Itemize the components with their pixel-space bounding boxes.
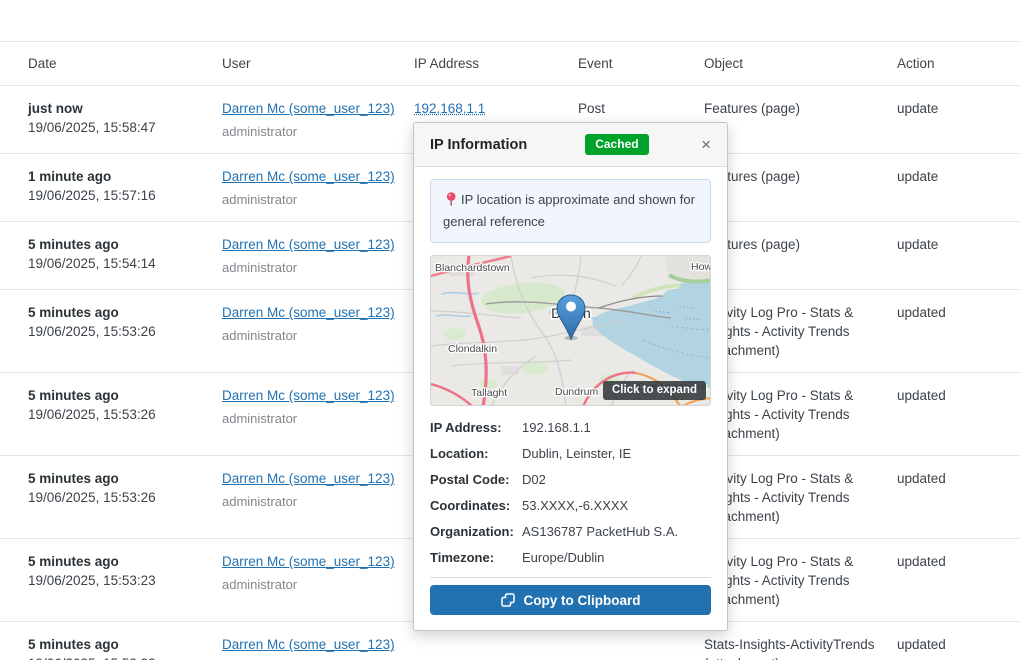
user-link[interactable]: Darren Mc (some_user_123) [222,237,395,252]
object-cell: Stats-Insights-ActivityTrends (attachmen… [704,622,897,660]
object-cell: Features (page) [704,222,897,289]
user-link[interactable]: Darren Mc (some_user_123) [222,305,395,320]
user-cell: Darren Mc (some_user_123) administrator [222,622,414,660]
copy-button-label: Copy to Clipboard [524,593,641,608]
pushpin-icon [445,192,457,212]
object-cell: Features (page) [704,154,897,221]
user-role: administrator [222,190,402,209]
field-row: Postal Code: D02 [430,470,711,489]
ip-information-popup: IP Information Cached × IP location is a… [413,122,728,631]
user-role: administrator [222,575,402,594]
user-role: administrator [222,409,402,428]
cached-badge: Cached [585,134,648,155]
column-header-date: Date [28,42,222,85]
action-cell: update [897,86,1020,153]
user-cell: Darren Mc (some_user_123) administrator [222,456,414,538]
user-role: administrator [222,258,402,277]
field-row: Location: Dublin, Leinster, IE [430,444,711,463]
ip-link[interactable]: 192.168.1.1 [414,101,485,116]
date-cell: just now 19/06/2025, 15:58:47 [28,86,222,153]
user-link[interactable]: Darren Mc (some_user_123) [222,554,395,569]
object-cell: Features (page) [704,86,897,153]
action-cell: updated [897,373,1020,455]
user-cell: Darren Mc (some_user_123) administrator [222,290,414,372]
object-cell: Activity Log Pro - Stats & Insights - Ac… [704,373,897,455]
map-label-blanchardstown: Blanchardstown [435,262,510,274]
note-text: IP location is approximate and shown for… [443,192,695,229]
object-cell: Activity Log Pro - Stats & Insights - Ac… [704,539,897,621]
map-expand-tooltip: Click to expand [603,381,706,400]
user-cell: Darren Mc (some_user_123) administrator [222,86,414,153]
date-cell: 5 minutes ago 19/06/2025, 15:53:26 [28,290,222,372]
date-cell: 1 minute ago 19/06/2025, 15:57:16 [28,154,222,221]
user-role: administrator [222,122,402,141]
date-cell: 5 minutes ago 19/06/2025, 15:53:26 [28,373,222,455]
date-cell: 5 minutes ago 19/06/2025, 15:53:23 [28,539,222,621]
ip-location-note: IP location is approximate and shown for… [430,179,711,243]
copy-to-clipboard-button[interactable]: Copy to Clipboard [430,585,711,615]
copy-icon [501,593,515,607]
field-row: Timezone: Europe/Dublin [430,548,711,567]
user-link[interactable]: Darren Mc (some_user_123) [222,637,395,652]
date-cell: 5 minutes ago 19/06/2025, 15:54:14 [28,222,222,289]
popup-divider [430,577,711,578]
date-cell: 5 minutes ago 19/06/2025, 15:53:22 [28,622,222,660]
map-label-howth: How [691,261,711,273]
action-cell: update [897,154,1020,221]
action-cell: update [897,222,1020,289]
object-cell: Activity Log Pro - Stats & Insights - Ac… [704,456,897,538]
user-link[interactable]: Darren Mc (some_user_123) [222,388,395,403]
user-role: administrator [222,492,402,511]
close-icon[interactable]: × [701,136,711,153]
field-row: Organization: AS136787 PacketHub S.A. [430,522,711,541]
column-header-event: Event [578,42,704,85]
popup-title: IP Information [430,137,527,153]
user-cell: Darren Mc (some_user_123) administrator [222,154,414,221]
user-link[interactable]: Darren Mc (some_user_123) [222,471,395,486]
user-role: administrator [222,326,402,345]
column-header-object: Object [704,42,897,85]
field-row: Coordinates: 53.XXXX,-6.XXXX [430,496,711,515]
action-cell: updated [897,290,1020,372]
action-cell: updated [897,622,1020,660]
action-cell: updated [897,456,1020,538]
object-cell: Activity Log Pro - Stats & Insights - Ac… [704,290,897,372]
user-link[interactable]: Darren Mc (some_user_123) [222,101,395,116]
column-header-ip: IP Address [414,42,578,85]
action-cell: updated [897,539,1020,621]
popup-header: IP Information Cached × [414,123,727,167]
field-row: IP Address: 192.168.1.1 [430,418,711,437]
column-header-user: User [222,42,414,85]
user-cell: Darren Mc (some_user_123) administrator [222,539,414,621]
ip-detail-fields: IP Address: 192.168.1.1 Location: Dublin… [430,418,711,567]
map-label-tallaght: Tallaght [471,387,507,399]
location-map[interactable]: Blanchardstown How Clondalkin Tallaght D… [430,255,711,406]
date-cell: 5 minutes ago 19/06/2025, 15:53:26 [28,456,222,538]
table-header-row: Date User IP Address Event Object Action [0,41,1020,86]
map-label-dundrum: Dundrum [555,386,598,398]
user-cell: Darren Mc (some_user_123) administrator [222,222,414,289]
user-cell: Darren Mc (some_user_123) administrator [222,373,414,455]
column-header-action: Action [897,42,1020,85]
map-label-clondalkin: Clondalkin [448,343,497,355]
user-link[interactable]: Darren Mc (some_user_123) [222,169,395,184]
